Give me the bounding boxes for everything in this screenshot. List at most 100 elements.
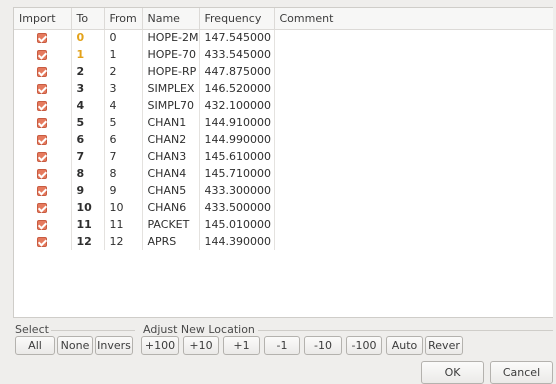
comment-cell[interactable] (274, 233, 553, 250)
table-row[interactable]: 10 10 CHAN6 433.500000 (14, 199, 553, 216)
name-cell[interactable]: SIMPL70 (142, 97, 200, 114)
name-cell[interactable]: HOPE-70 (142, 46, 200, 63)
from-cell[interactable]: 5 (104, 114, 143, 131)
name-cell[interactable]: CHAN3 (142, 148, 200, 165)
import-cell[interactable] (14, 97, 72, 114)
table-row[interactable]: 2 2 HOPE-RP 447.875000 (14, 63, 553, 80)
from-cell[interactable]: 7 (104, 148, 143, 165)
from-cell[interactable]: 12 (104, 233, 143, 250)
from-cell[interactable]: 11 (104, 216, 143, 233)
import-checkbox[interactable] (37, 101, 48, 111)
comment-cell[interactable] (274, 165, 553, 182)
adjust-plus10-button[interactable]: +10 (183, 336, 219, 355)
to-cell[interactable]: 1 (71, 46, 105, 63)
adjust-minus100-button[interactable]: -100 (346, 336, 382, 355)
import-cell[interactable] (14, 80, 72, 97)
frequency-cell[interactable]: 145.710000 (199, 165, 275, 182)
column-header-import[interactable]: Import (14, 8, 72, 30)
import-cell[interactable] (14, 233, 72, 250)
adjust-auto-button[interactable]: Auto (386, 336, 423, 355)
from-cell[interactable]: 8 (104, 165, 143, 182)
from-cell[interactable]: 10 (104, 199, 143, 216)
select-all-button[interactable]: All (15, 336, 55, 355)
import-checkbox[interactable] (37, 135, 48, 145)
ok-button[interactable]: OK (421, 361, 484, 384)
frequency-cell[interactable]: 433.500000 (199, 199, 275, 216)
from-cell[interactable]: 1 (104, 46, 143, 63)
column-header-frequency[interactable]: Frequency (199, 8, 275, 30)
table-row[interactable]: 1 1 HOPE-70 433.545000 (14, 46, 553, 63)
from-cell[interactable]: 3 (104, 80, 143, 97)
from-cell[interactable]: 9 (104, 182, 143, 199)
name-cell[interactable]: HOPE-2M (142, 29, 200, 46)
to-cell[interactable]: 6 (71, 131, 105, 148)
comment-cell[interactable] (274, 80, 553, 97)
name-cell[interactable]: CHAN1 (142, 114, 200, 131)
import-checkbox[interactable] (37, 203, 48, 213)
name-cell[interactable]: PACKET (142, 216, 200, 233)
frequency-cell[interactable]: 144.910000 (199, 114, 275, 131)
table-row[interactable]: 3 3 SIMPLEX 146.520000 (14, 80, 553, 97)
frequency-cell[interactable]: 433.545000 (199, 46, 275, 63)
column-header-from[interactable]: From (104, 8, 143, 30)
table-row[interactable]: 7 7 CHAN3 145.610000 (14, 148, 553, 165)
to-cell[interactable]: 0 (71, 29, 105, 46)
name-cell[interactable]: CHAN2 (142, 131, 200, 148)
comment-cell[interactable] (274, 216, 553, 233)
table-row[interactable]: 4 4 SIMPL70 432.100000 (14, 97, 553, 114)
import-cell[interactable] (14, 182, 72, 199)
frequency-cell[interactable]: 433.300000 (199, 182, 275, 199)
table-row[interactable]: 0 0 HOPE-2M 147.545000 (14, 29, 553, 46)
import-cell[interactable] (14, 148, 72, 165)
name-cell[interactable]: CHAN4 (142, 165, 200, 182)
import-checkbox[interactable] (37, 186, 48, 196)
import-cell[interactable] (14, 165, 72, 182)
frequency-cell[interactable]: 146.520000 (199, 80, 275, 97)
frequency-cell[interactable]: 432.100000 (199, 97, 275, 114)
import-checkbox[interactable] (37, 152, 48, 162)
from-cell[interactable]: 4 (104, 97, 143, 114)
to-cell[interactable]: 12 (71, 233, 105, 250)
frequency-cell[interactable]: 447.875000 (199, 63, 275, 80)
column-header-to[interactable]: To (71, 8, 105, 30)
name-cell[interactable]: APRS (142, 233, 200, 250)
frequency-cell[interactable]: 145.010000 (199, 216, 275, 233)
import-checkbox[interactable] (37, 84, 48, 94)
comment-cell[interactable] (274, 131, 553, 148)
frequency-cell[interactable]: 147.545000 (199, 29, 275, 46)
adjust-plus100-button[interactable]: +100 (141, 336, 179, 355)
comment-cell[interactable] (274, 199, 553, 216)
import-checkbox[interactable] (37, 50, 48, 60)
comment-cell[interactable] (274, 97, 553, 114)
import-cell[interactable] (14, 46, 72, 63)
column-header-name[interactable]: Name (142, 8, 200, 30)
comment-cell[interactable] (274, 182, 553, 199)
select-none-button[interactable]: None (57, 336, 93, 355)
import-cell[interactable] (14, 29, 72, 46)
comment-cell[interactable] (274, 63, 553, 80)
from-cell[interactable]: 0 (104, 29, 143, 46)
adjust-revert-button[interactable]: Rever (425, 336, 463, 355)
from-cell[interactable]: 2 (104, 63, 143, 80)
table-row[interactable]: 12 12 APRS 144.390000 (14, 233, 553, 250)
frequency-cell[interactable]: 144.390000 (199, 233, 275, 250)
comment-cell[interactable] (274, 148, 553, 165)
import-cell[interactable] (14, 63, 72, 80)
import-cell[interactable] (14, 199, 72, 216)
import-checkbox[interactable] (37, 220, 48, 230)
column-header-comment[interactable]: Comment (274, 8, 553, 30)
import-cell[interactable] (14, 131, 72, 148)
to-cell[interactable]: 8 (71, 165, 105, 182)
name-cell[interactable]: HOPE-RP (142, 63, 200, 80)
table-row[interactable]: 8 8 CHAN4 145.710000 (14, 165, 553, 182)
adjust-minus1-button[interactable]: -1 (264, 336, 300, 355)
adjust-plus1-button[interactable]: +1 (223, 336, 260, 355)
from-cell[interactable]: 6 (104, 131, 143, 148)
adjust-minus10-button[interactable]: -10 (304, 336, 342, 355)
to-cell[interactable]: 2 (71, 63, 105, 80)
comment-cell[interactable] (274, 46, 553, 63)
to-cell[interactable]: 7 (71, 148, 105, 165)
import-checkbox[interactable] (37, 237, 48, 247)
import-cell[interactable] (14, 114, 72, 131)
table-row[interactable]: 11 11 PACKET 145.010000 (14, 216, 553, 233)
